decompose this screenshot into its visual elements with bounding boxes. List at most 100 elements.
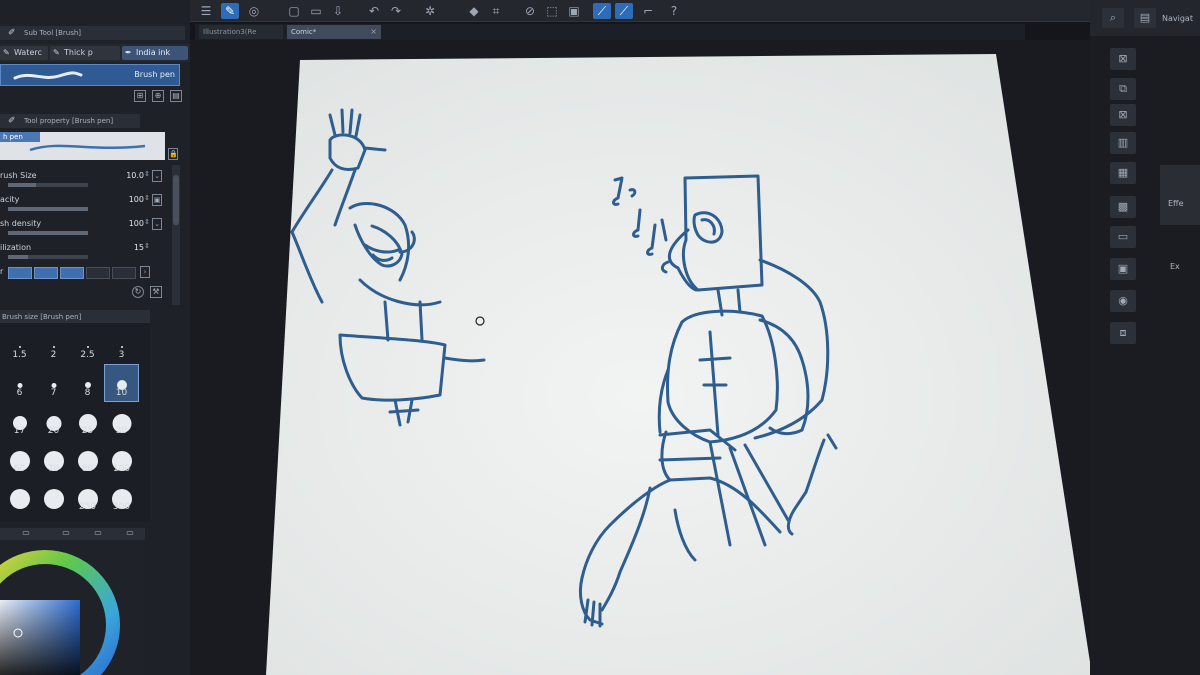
brush-pen-item[interactable]: Brush pen — [0, 64, 180, 86]
color-tab-icon[interactable]: ▭ — [60, 528, 72, 540]
brush-size-cell[interactable]: 100 — [105, 441, 138, 477]
tip-swatch[interactable] — [86, 267, 110, 279]
deselect-icon[interactable]: ▣ — [565, 3, 583, 19]
loading-icon[interactable]: ✲ — [421, 3, 439, 19]
dropdown-icon[interactable]: ⌄ — [152, 170, 162, 182]
brush-size-label: 30 — [115, 426, 128, 436]
open-folder-icon[interactable]: ▭ — [307, 3, 325, 19]
history-icon[interactable]: ▥ — [1110, 132, 1136, 154]
spinner-icon[interactable]: ⇕ — [144, 194, 150, 202]
tip-swatch[interactable] — [112, 267, 136, 279]
layer-icon[interactable]: ▣ — [152, 194, 162, 206]
wrench-icon[interactable]: ⚒ — [150, 286, 162, 298]
brush-size-cell[interactable] — [37, 479, 70, 515]
tip-swatch[interactable] — [34, 267, 58, 279]
stabilization-prop[interactable]: ilization 15 ⇕ — [0, 242, 150, 264]
tab-india-ink[interactable]: ✒ India ink — [122, 46, 188, 60]
tab-watercolor[interactable]: ✎ Waterc — [0, 46, 48, 60]
item-bank-icon[interactable]: ▭ — [1110, 226, 1136, 248]
brush-size-prop[interactable]: rush Size 10.0 ⇕ — [0, 170, 150, 192]
canvas-area[interactable] — [190, 40, 1092, 675]
color-tab-icon[interactable]: ▭ — [124, 528, 136, 540]
lock-icon[interactable]: 🔒 — [168, 148, 178, 160]
color-tab-icon[interactable]: ▭ — [92, 528, 104, 540]
camera-icon[interactable]: ◎ — [245, 3, 263, 19]
crop-icon[interactable]: ⌗ — [487, 3, 505, 19]
reset-icon[interactable]: ↻ — [132, 286, 144, 298]
layer-list-icon[interactable]: ⊠ — [1110, 104, 1136, 126]
brush-size-cell[interactable]: 7 — [37, 365, 70, 401]
chevron-right-icon[interactable]: › — [140, 266, 150, 278]
india-ink-icon: ✒ — [125, 48, 132, 57]
snap-grid-icon[interactable]: ⟋ — [615, 3, 633, 19]
brush-size-cell[interactable]: 6 — [3, 365, 36, 401]
tab-thick-paint[interactable]: ✎ Thick p — [50, 46, 120, 60]
transform-icon[interactable]: ⬚ — [543, 3, 561, 19]
tip-swatch[interactable] — [8, 267, 32, 279]
color-wheel-panel: ▭ ▭ ▭ ▭ — [0, 528, 145, 675]
left-palette: ✐ Sub Tool [Brush] ✎ Waterc ✎ Thick p ✒ … — [0, 0, 190, 675]
clear-icon[interactable]: ⊘ — [521, 3, 539, 19]
opacity-prop[interactable]: acity 100 ⇕ — [0, 194, 150, 216]
layer-search-icon[interactable]: ⧉ — [1110, 78, 1136, 100]
save-icon[interactable]: ⇩ — [329, 3, 347, 19]
camera-mode-icon[interactable]: ◉ — [1110, 290, 1136, 312]
brush-size-cell[interactable]: 17 — [3, 403, 36, 439]
copy-subtool-icon[interactable]: ⊞ — [134, 90, 146, 102]
brush-size-cell[interactable]: 2 — [37, 327, 70, 363]
spinner-icon[interactable]: ⇕ — [144, 242, 150, 250]
fill-icon[interactable]: ◆ — [465, 3, 483, 19]
dropdown-icon[interactable]: ⌄ — [152, 218, 162, 230]
auto-action-icon[interactable]: ▣ — [1110, 258, 1136, 280]
pen-mode-icon[interactable]: ✎ — [221, 3, 239, 19]
brush-size-cell[interactable]: 8 — [71, 365, 104, 401]
snap-ruler-icon[interactable]: ⟋ — [593, 3, 611, 19]
density-slider[interactable] — [8, 231, 88, 235]
close-tab-icon[interactable]: × — [370, 25, 377, 39]
material-icon[interactable]: ▩ — [1110, 196, 1136, 218]
brush-size-cell[interactable]: 10 — [104, 364, 139, 402]
tab-illustration3[interactable]: Illustration3(Re — [199, 25, 283, 39]
opacity-slider[interactable] — [8, 207, 88, 211]
brush-density-prop[interactable]: sh density 100 ⇕ — [0, 218, 150, 240]
brush-size-cell[interactable]: 25 — [71, 403, 104, 439]
stabilization-slider[interactable] — [8, 255, 88, 259]
brush-size-cell[interactable]: 70 — [37, 441, 70, 477]
brush-size-cell[interactable]: 2.5 — [71, 327, 104, 363]
undo-icon[interactable]: ↶ — [365, 3, 383, 19]
brush-size-dot — [18, 346, 21, 348]
brush-size-slider[interactable] — [8, 183, 88, 187]
zoom-icon[interactable]: ⌕ — [1102, 8, 1124, 28]
new-file-icon[interactable]: ▢ — [285, 3, 303, 19]
brush-size-cell[interactable]: 30 — [105, 403, 138, 439]
brush-tip-swatches: r — [0, 265, 150, 281]
spinner-icon[interactable]: ⇕ — [144, 218, 150, 226]
menu-icon[interactable]: ☰ — [197, 3, 215, 19]
layer-property-icon[interactable]: ⊠ — [1110, 48, 1136, 70]
color-tab-icon[interactable]: ▭ — [20, 528, 32, 540]
brush-size-cell[interactable]: 300 — [105, 479, 138, 515]
sub-view-icon[interactable]: ▦ — [1110, 162, 1136, 184]
color-wheel[interactable] — [0, 540, 145, 675]
new-subtool-icon[interactable]: ⊕ — [152, 90, 164, 102]
brush-size-cell[interactable]: 1.5 — [3, 327, 36, 363]
help-icon[interactable]: ? — [665, 3, 683, 19]
snap-special-icon[interactable]: ⌐ — [639, 3, 657, 19]
spinner-icon[interactable]: ⇕ — [144, 170, 150, 178]
brush-size-cell[interactable] — [3, 479, 36, 515]
drawing-canvas[interactable] — [190, 40, 1092, 675]
folder-icon[interactable]: ⧈ — [1110, 322, 1136, 344]
redo-icon[interactable]: ↷ — [387, 3, 405, 19]
brush-size-cell[interactable]: 250 — [71, 479, 104, 515]
tip-swatch[interactable] — [60, 267, 84, 279]
brush-size-cell[interactable]: 20 — [37, 403, 70, 439]
navigator-icon[interactable]: ▤ — [1134, 8, 1156, 28]
brush-size-cell[interactable]: 60 — [3, 441, 36, 477]
document-tabs: Illustration3(Re Comic* × — [195, 24, 1025, 40]
tab-comic[interactable]: Comic* × — [287, 25, 381, 39]
left-scrollbar[interactable] — [172, 165, 180, 305]
brush-size-cell[interactable]: 3 — [105, 327, 138, 363]
brush-size-cell[interactable]: 80 — [71, 441, 104, 477]
canvas-paper[interactable] — [266, 54, 1092, 675]
delete-subtool-icon[interactable]: ▤ — [170, 90, 182, 102]
